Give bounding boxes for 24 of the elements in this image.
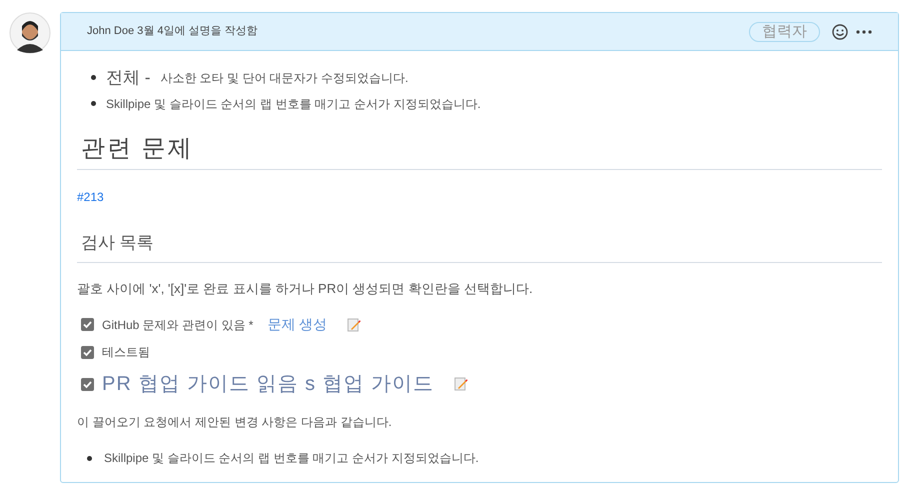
section-heading: 검사 목록	[81, 232, 154, 252]
avatar-icon	[9, 12, 51, 54]
smiley-icon[interactable]	[832, 24, 848, 40]
checklist-label: 테스트됨	[102, 344, 150, 361]
change-text: Skillpipe 및 슬라이드 순서의 랩 번호를 매기고 순서가 지정되었습니다.	[104, 450, 479, 467]
bullet-icon	[87, 456, 92, 460]
checkbox[interactable]	[81, 318, 94, 331]
role-badge: 협력자	[749, 22, 820, 42]
more-icon[interactable]	[856, 30, 872, 34]
changes-intro: 이 끌어오기 요청에서 제안된 변경 사항은 다음과 같습니다.	[77, 414, 392, 431]
section-heading: 관련 문제	[81, 134, 194, 162]
create-issue-link[interactable]: 문제 생성	[267, 314, 328, 335]
issue-link[interactable]: #213	[77, 188, 104, 206]
checkbox[interactable]	[81, 378, 94, 390]
checkbox[interactable]	[81, 346, 94, 358]
checklist-instructions: 괄호 사이에 'x', '[x]'로 완료 표시를 하거나 PR이 생성되면 확인란을 선택합니다.	[77, 280, 533, 298]
summary-text: Skillpipe 및 슬라이드 순서의 랩 번호를 매기고 순서가 지정되었습니다.	[106, 96, 481, 112]
header-text: John Doe 3월 4일에 설명을 작성함	[87, 24, 258, 40]
bullet-icon	[91, 101, 96, 106]
summary-lead: 전체 -	[106, 67, 150, 89]
checklist-label: PR 협업 가이드 읽음 s 협업 가이드	[102, 372, 434, 397]
checklist-label: GitHub 문제와 관련이 있음 *	[102, 316, 254, 334]
summary-text: 사소한 오타 및 단어 대문자가 수정되었습니다.	[160, 70, 408, 87]
bullet-icon	[91, 75, 96, 80]
